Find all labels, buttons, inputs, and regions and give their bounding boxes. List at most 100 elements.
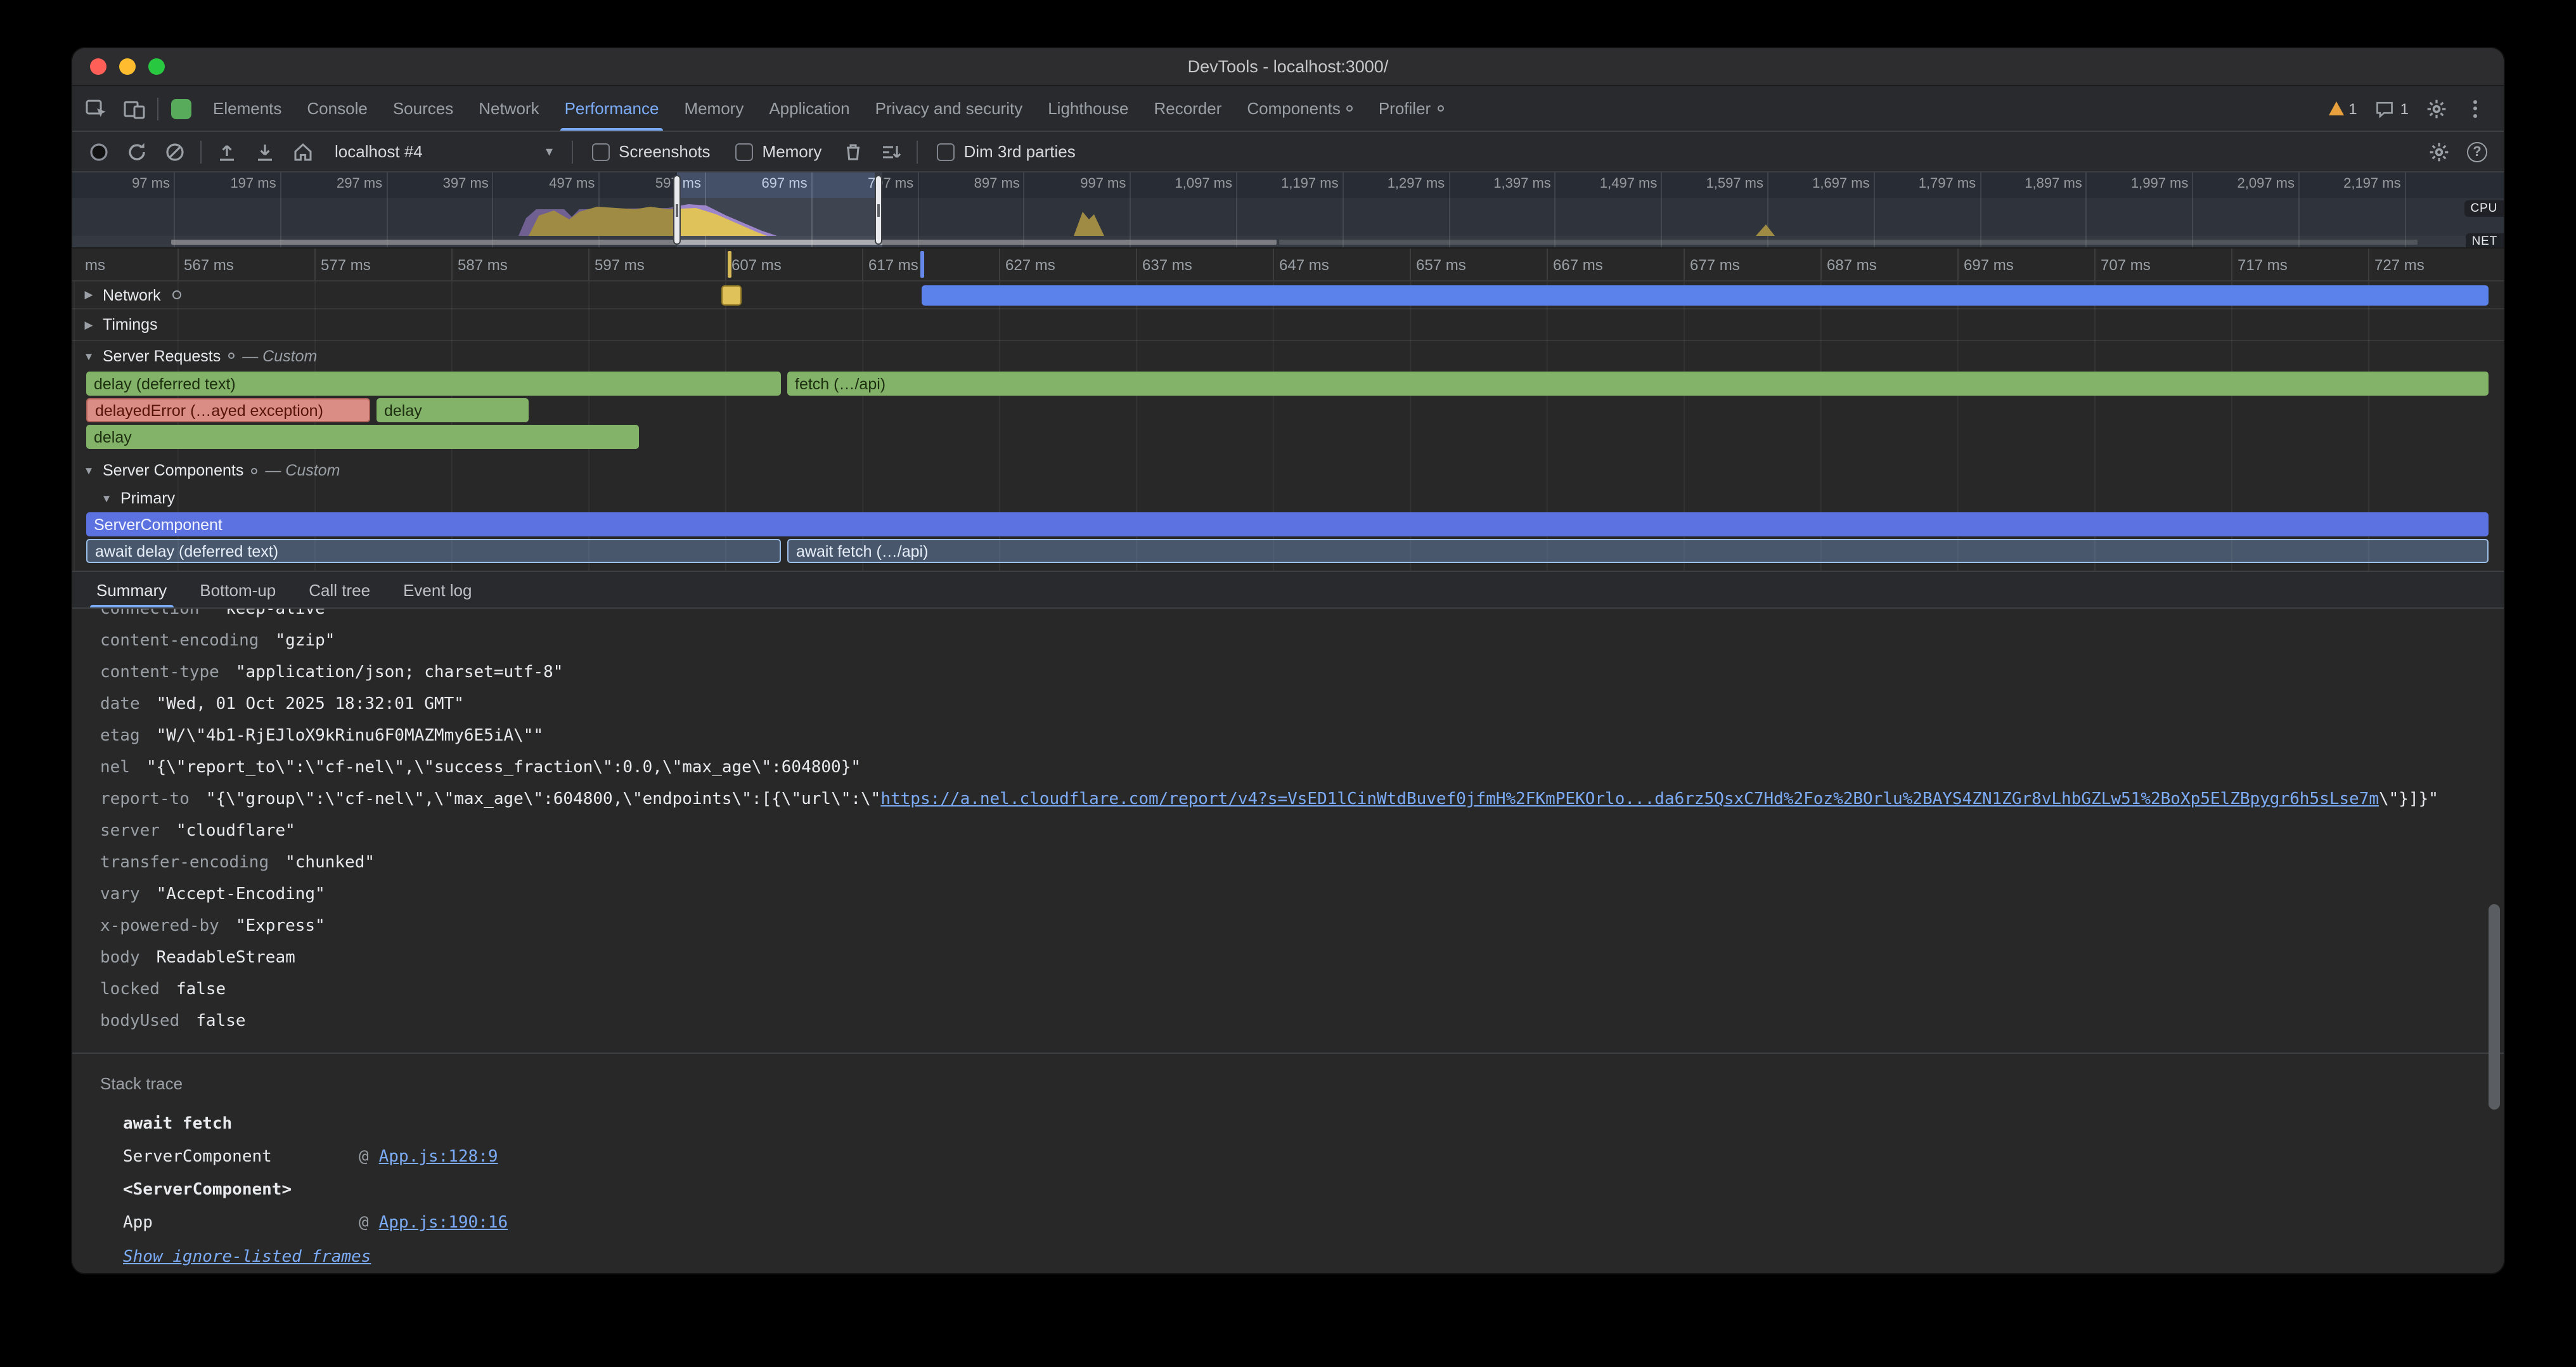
record-and-reload-button[interactable] xyxy=(120,136,153,167)
event-bar-await-delay[interactable]: await delay (deferred text) xyxy=(86,539,781,563)
expand-icon[interactable]: ▼ xyxy=(82,349,95,362)
scrollbar-thumb[interactable] xyxy=(2489,904,2500,1110)
track-config-icon[interactable] xyxy=(172,290,181,299)
memory-checkbox[interactable]: Memory xyxy=(726,142,832,161)
minimize-window-button[interactable] xyxy=(119,58,136,75)
ruler-tick: 617 ms xyxy=(862,249,863,280)
capture-settings-gear-icon[interactable] xyxy=(2423,136,2456,167)
overview-dim-left xyxy=(72,172,677,249)
close-window-button[interactable] xyxy=(90,58,106,75)
throttling-icon[interactable] xyxy=(875,136,908,167)
history-dropdown[interactable]: localhost #4 ▾ xyxy=(325,139,563,164)
network-request-bar-selected[interactable] xyxy=(721,285,742,306)
server-requests-row-3: delay xyxy=(72,424,2504,450)
ruler-tick: 597 ms xyxy=(588,249,589,280)
timeline-overview[interactable]: 97 ms197 ms297 ms397 ms497 ms597 ms697 m… xyxy=(72,172,2504,249)
summary-content[interactable]: connection"keep-alive" content-encoding"… xyxy=(72,609,2504,1273)
server-requests-header-label[interactable]: ▼ Server Requests — Custom xyxy=(82,341,317,370)
window-titlebar[interactable]: DevTools - localhost:3000/ xyxy=(72,48,2504,86)
source-location-link[interactable]: App.js:128:9 xyxy=(379,1148,498,1167)
track-timings[interactable]: ▶ Timings xyxy=(72,309,2504,341)
issues-indicator[interactable]: 1 xyxy=(2366,98,2418,119)
selection-handle-left[interactable] xyxy=(673,175,681,245)
tab-console[interactable]: Console xyxy=(294,86,380,131)
object-prop-row: bodyReadableStream xyxy=(100,942,2504,974)
track-network[interactable]: ▶ Network xyxy=(72,282,2504,309)
event-bar-delay-deferred[interactable]: delay (deferred text) xyxy=(86,372,781,396)
clear-button[interactable] xyxy=(158,136,191,167)
header-row: date"Wed, 01 Oct 2025 18:32:01 GMT" xyxy=(100,689,2504,720)
screenshots-checkbox[interactable]: Screenshots xyxy=(582,142,721,161)
primary-group-label[interactable]: ▼ Primary xyxy=(100,484,175,511)
atom-icon xyxy=(1437,105,1443,112)
live-metrics-home-button[interactable] xyxy=(287,136,319,167)
event-bar-delay[interactable]: delay xyxy=(86,425,639,449)
tab-recorder[interactable]: Recorder xyxy=(1141,86,1234,131)
tab-elements[interactable]: Elements xyxy=(200,86,294,131)
ruler-tick: 647 ms xyxy=(1273,249,1274,280)
record-button[interactable] xyxy=(82,136,115,167)
collapse-icon[interactable]: ▶ xyxy=(82,318,95,332)
tab-network[interactable]: Network xyxy=(466,86,551,131)
event-bar-delay[interactable]: delay xyxy=(377,398,529,422)
server-components-header-label[interactable]: ▼ Server Components — Custom xyxy=(82,457,340,484)
checkbox-icon[interactable] xyxy=(937,143,955,160)
tab-components[interactable]: Components xyxy=(1234,86,1365,131)
event-bar-await-fetch[interactable]: await fetch (…/api) xyxy=(787,539,2489,563)
header-row: vary"Accept-Encoding" xyxy=(100,879,2504,910)
track-server-components-header[interactable]: ▼ Server Components — Custom xyxy=(72,457,2504,484)
stack-frame: <ServerComponent> xyxy=(123,1174,2504,1207)
event-bar-server-component[interactable]: ServerComponent xyxy=(86,512,2489,536)
overview-dim-right xyxy=(882,172,2504,249)
zoom-window-button[interactable] xyxy=(148,58,165,75)
toolbar-divider xyxy=(572,140,573,163)
more-options-icon[interactable] xyxy=(2456,100,2494,117)
checkbox-icon[interactable] xyxy=(736,143,754,160)
collect-garbage-icon[interactable] xyxy=(837,136,870,167)
tab-privacy-and-security[interactable]: Privacy and security xyxy=(863,86,1036,131)
event-bar-fetch[interactable]: fetch (…/api) xyxy=(787,372,2489,396)
devtools-window: DevTools - localhost:3000/ Elements Cons… xyxy=(71,47,2505,1274)
warnings-indicator[interactable]: 1 xyxy=(2319,100,2366,117)
tab-bottom-up[interactable]: Bottom-up xyxy=(183,572,292,607)
tab-profiler[interactable]: Profiler xyxy=(1366,86,1456,131)
header-row: x-powered-by"Express" xyxy=(100,910,2504,942)
track-network-label[interactable]: ▶ Network xyxy=(82,282,181,308)
save-profile-button[interactable] xyxy=(248,136,281,167)
device-toolbar-button[interactable] xyxy=(115,86,153,131)
track-timings-label[interactable]: ▶ Timings xyxy=(82,309,158,340)
timeline-ruler[interactable]: ms 567 ms577 ms587 ms597 ms607 ms617 ms6… xyxy=(72,249,2504,282)
expand-icon[interactable]: ▼ xyxy=(100,491,113,504)
overview-selected-range[interactable] xyxy=(677,172,875,198)
ruler-tick: 687 ms xyxy=(1820,249,1822,280)
report-url-link[interactable]: https://a.nel.cloudflare.com/report/v4?s… xyxy=(880,790,2379,809)
selection-handle-right[interactable] xyxy=(875,175,882,245)
network-request-bar[interactable] xyxy=(922,285,2489,306)
dim-3rd-parties-checkbox[interactable]: Dim 3rd parties xyxy=(927,142,1085,161)
tab-application[interactable]: Application xyxy=(756,86,862,131)
settings-gear-icon[interactable] xyxy=(2418,97,2456,120)
extension-icon[interactable] xyxy=(162,86,200,131)
load-profile-button[interactable] xyxy=(210,136,243,167)
section-divider xyxy=(72,1053,2504,1054)
expand-icon[interactable]: ▼ xyxy=(82,464,95,477)
track-server-requests-header[interactable]: ▼ Server Requests — Custom xyxy=(72,341,2504,370)
inspect-element-button[interactable] xyxy=(77,86,115,131)
ruler-tick: 697 ms xyxy=(1957,249,1959,280)
help-icon[interactable]: ? xyxy=(2461,136,2494,167)
tab-event-log[interactable]: Event log xyxy=(387,572,488,607)
atom-icon xyxy=(1347,105,1353,112)
tab-lighthouse[interactable]: Lighthouse xyxy=(1035,86,1141,131)
tab-performance[interactable]: Performance xyxy=(552,86,672,131)
collapse-icon[interactable]: ▶ xyxy=(82,288,95,302)
tab-memory[interactable]: Memory xyxy=(671,86,756,131)
show-ignore-listed-link[interactable]: Show ignore-listed frames xyxy=(123,1240,371,1273)
checkbox-icon[interactable] xyxy=(592,143,610,160)
source-location-link[interactable]: App.js:190:16 xyxy=(379,1214,508,1233)
server-components-group-primary[interactable]: ▼ Primary xyxy=(72,484,2504,511)
tab-summary[interactable]: Summary xyxy=(80,572,183,607)
desktop: DevTools - localhost:3000/ Elements Cons… xyxy=(0,0,2576,1367)
tab-call-tree[interactable]: Call tree xyxy=(292,572,387,607)
event-bar-delayed-error[interactable]: delayedError (…ayed exception) xyxy=(86,398,370,422)
tab-sources[interactable]: Sources xyxy=(380,86,466,131)
